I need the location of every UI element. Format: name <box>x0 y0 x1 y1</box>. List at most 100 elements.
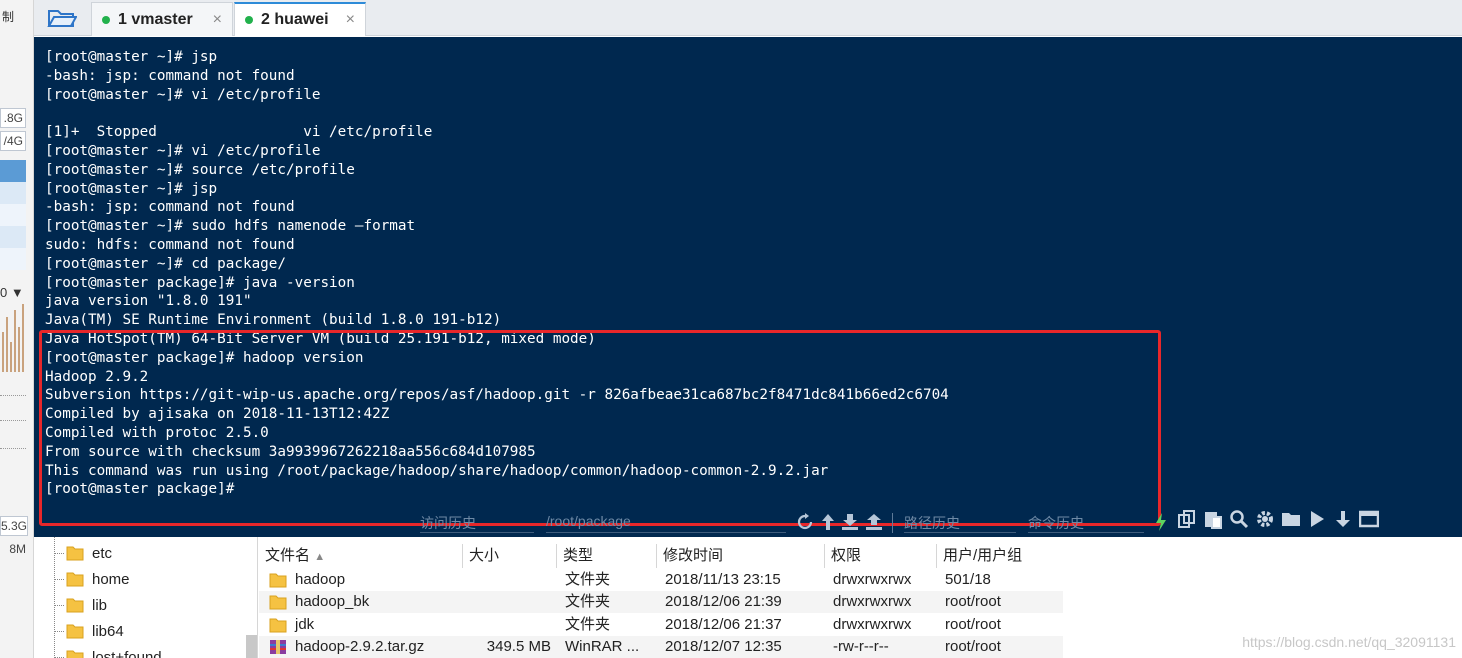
terminal-action-icons <box>1176 508 1380 532</box>
tree-connector <box>54 537 55 658</box>
window-icon[interactable] <box>1358 508 1380 530</box>
watermark: https://blog.csdn.net/qq_32091131 <box>1242 634 1456 650</box>
file-name-label: hadoop_bk <box>295 593 370 610</box>
file-modified: 2018/11/13 23:15 <box>665 571 781 588</box>
gear-icon[interactable] <box>1254 508 1276 530</box>
path-history-dropdown[interactable]: 路径历史 <box>904 513 1016 533</box>
terminal-line: [root@master ~]# cd package/ <box>45 255 287 272</box>
close-icon[interactable]: × <box>213 11 222 29</box>
divider <box>0 395 26 396</box>
column-owner[interactable]: 用户/用户组 <box>937 544 1063 568</box>
tree-item-etc[interactable]: etc <box>66 540 112 566</box>
terminal-line: java version "1.8.0 191" <box>45 293 252 310</box>
file-row[interactable]: hadoop_bk 文件夹 2018/12/06 21:39 drwxrwxrwx ro… <box>259 591 1063 613</box>
play-icon[interactable] <box>1306 508 1328 530</box>
disk-value-2: 8M <box>9 542 26 556</box>
side-row[interactable] <box>0 204 26 226</box>
terminal-line: [root@master ~]# vi /etc/profile <box>45 142 321 159</box>
tab-huawei[interactable]: 2 huawei × <box>234 2 366 36</box>
session-tab-bar: 1 vmaster × 2 huawei × <box>34 0 1462 36</box>
side-row[interactable] <box>0 182 26 204</box>
close-icon[interactable]: × <box>346 11 355 29</box>
column-permissions[interactable]: 权限 <box>825 544 937 568</box>
file-permissions: drwxrwxrwx <box>833 571 912 588</box>
folder-icon <box>66 546 84 561</box>
file-list-header: 文件名 ▲ 大小 类型 修改时间 权限 用户/用户组 <box>259 544 1063 568</box>
search-icon[interactable] <box>1228 508 1250 530</box>
file-modified: 2018/12/07 12:35 <box>665 638 782 655</box>
side-row-selected[interactable] <box>0 160 26 182</box>
terminal-line: [root@master ~]# jsp <box>45 180 218 197</box>
upload-icon[interactable] <box>863 511 885 533</box>
folder-icon[interactable] <box>1280 508 1302 530</box>
terminal-line: [root@master ~]# jsp <box>45 49 218 65</box>
folder-icon <box>66 650 84 658</box>
file-type: WinRAR ... <box>565 638 640 655</box>
terminal-line: Java(TM) SE Runtime Environment (build 1… <box>45 312 502 329</box>
file-name-label: hadoop-2.9.2.tar.gz <box>295 638 425 655</box>
caret-down-icon: ▼ <box>10 285 24 300</box>
swap-value: /4G <box>0 131 26 151</box>
file-name-label: jdk <box>295 616 315 633</box>
side-row[interactable] <box>0 248 26 270</box>
column-name[interactable]: 文件名 ▲ <box>259 544 463 568</box>
scrollbar[interactable] <box>246 635 257 658</box>
file-size <box>463 569 557 591</box>
file-row[interactable]: hadoop 文件夹 2018/11/13 23:15 drwxrwxrwx 501/1… <box>259 569 1063 591</box>
file-permissions: drwxrwxrwx <box>833 593 912 610</box>
command-history-input[interactable]: 命令历史 <box>1028 513 1144 533</box>
upload-arrow-icon[interactable] <box>817 511 839 533</box>
tree-item-lost-found[interactable]: lost+found <box>66 644 162 658</box>
file-size: 349.5 MB <box>486 638 551 655</box>
file-type: 文件夹 <box>565 571 611 588</box>
refresh-icon[interactable] <box>794 511 816 533</box>
file-modified: 2018/12/06 21:37 <box>665 616 782 633</box>
open-folder-button[interactable] <box>34 0 90 36</box>
lightning-icon[interactable] <box>1150 511 1172 533</box>
terminal-pane[interactable]: [root@master ~]# jsp -bash: jsp: command … <box>34 37 1462 537</box>
side-panel-label: 制 <box>2 10 15 24</box>
sort-up-icon: ▲ <box>314 551 326 563</box>
file-size <box>463 614 557 636</box>
history-dropdown[interactable]: 访问历史 <box>420 513 534 533</box>
file-owner: root/root <box>945 638 1001 655</box>
column-type[interactable]: 类型 <box>557 544 657 568</box>
file-size <box>463 591 557 613</box>
copy-icon[interactable] <box>1176 508 1198 530</box>
tab-vmaster[interactable]: 1 vmaster × <box>91 2 233 36</box>
tree-item-label: lib64 <box>92 622 124 640</box>
paste-icon[interactable] <box>1202 508 1224 530</box>
file-row[interactable]: jdk 文件夹 2018/12/06 21:37 drwxrwxrwx root/roo… <box>259 614 1063 636</box>
connected-status-icon <box>245 16 253 24</box>
file-row[interactable]: hadoop-2.9.2.tar.gz 349.5 MB WinRAR ... 201… <box>259 636 1063 658</box>
tree-item-lib[interactable]: lib <box>66 592 107 618</box>
usage-graph <box>2 300 26 372</box>
disk-value: 5.3G <box>0 516 28 536</box>
download-icon[interactable] <box>839 511 861 533</box>
arrow-down-icon[interactable] <box>1332 508 1354 530</box>
side-panel: 制 .8G /4G 0 ▼ 5.3G 8M <box>0 0 34 658</box>
terminal-line: [root@master ~]# sudo hdfs namenode —for… <box>45 218 416 235</box>
tree-connector <box>54 579 64 580</box>
tree-item-lib64[interactable]: lib64 <box>66 618 124 644</box>
tree-item-label: home <box>92 570 130 588</box>
file-name: hadoop <box>259 569 463 591</box>
file-name: jdk <box>259 614 463 636</box>
tree-connector <box>54 553 64 554</box>
archive-icon <box>270 640 286 654</box>
folder-icon <box>66 624 84 639</box>
dropdown-value[interactable]: 0 ▼ <box>0 285 24 300</box>
file-name: hadoop-2.9.2.tar.gz <box>259 636 463 658</box>
tree-item-home[interactable]: home <box>66 566 130 592</box>
path-input[interactable]: /root/package <box>546 513 786 533</box>
folder-open-icon <box>47 10 77 27</box>
side-row[interactable] <box>0 226 26 248</box>
terminal-line: [root@master ~]# source /etc/profile <box>45 161 355 178</box>
file-name: hadoop_bk <box>259 591 463 613</box>
memory-value: .8G <box>0 108 26 128</box>
folder-icon <box>269 595 287 610</box>
column-modified[interactable]: 修改时间 <box>657 544 825 568</box>
divider <box>0 420 26 421</box>
column-size[interactable]: 大小 <box>463 544 557 568</box>
tree-connector <box>54 605 64 606</box>
